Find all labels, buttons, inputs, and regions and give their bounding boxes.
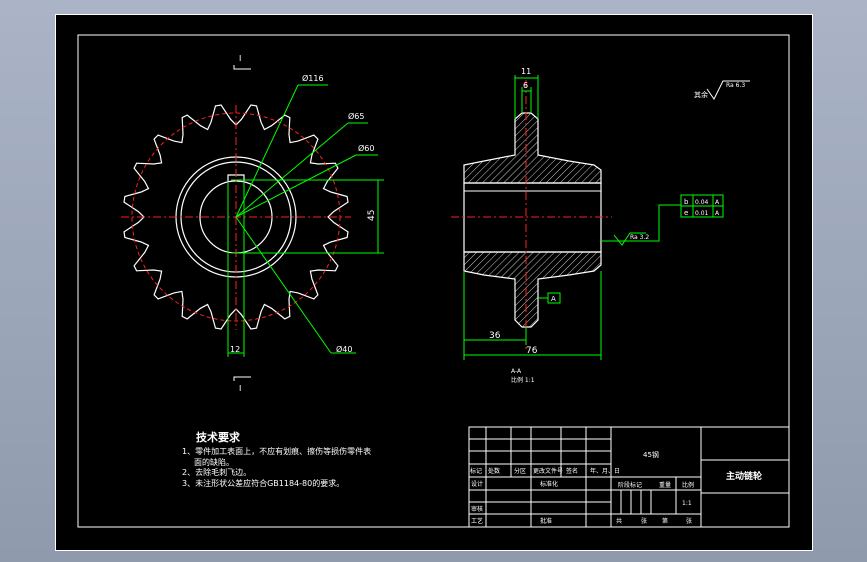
- tech-line-3: 3、未注形状公差应符合GB1184-80的要求。: [182, 478, 344, 488]
- section-label-bottom: I: [239, 384, 241, 393]
- tol-datum-1: A: [715, 199, 720, 206]
- tech-line-2: 2、去除毛刺飞边。: [182, 467, 251, 477]
- sheet-no-label: 第: [662, 517, 668, 525]
- scale-value: 1:1: [682, 500, 692, 507]
- section-marker-top: [233, 65, 251, 70]
- row-process: 工艺: [471, 517, 483, 525]
- part-name: 主动链轮: [726, 470, 762, 482]
- dim-76-text: 76: [526, 346, 538, 356]
- dim-6-text: 6: [523, 81, 528, 90]
- hdr-zone: 分区: [514, 467, 526, 475]
- row-std: 标准化: [540, 480, 558, 488]
- row-approve: 批准: [540, 517, 552, 525]
- dim-d65: Ø65: [348, 111, 364, 121]
- hdr-mark: 标记: [470, 467, 482, 475]
- section-scale: 比例 1:1: [511, 376, 535, 384]
- sheet-no-zhang: 张: [686, 517, 692, 525]
- roughness-value: Ra 6.3: [726, 82, 745, 89]
- dim-d116: Ø116: [302, 73, 324, 83]
- roughness-note: 其余 Ra 6.3: [694, 80, 750, 100]
- cad-drawing: I I Ø116 Ø65 Ø60 Ø40 45 12 11 6 36 76 A …: [77, 34, 790, 528]
- leader-d116: [235, 84, 299, 218]
- dim-11-text: 11: [521, 67, 531, 76]
- section-caption: A-A: [511, 368, 522, 375]
- scale-label: 比例: [682, 481, 694, 489]
- leader-d65: [235, 122, 349, 218]
- tol-datum-2: A: [715, 210, 720, 217]
- tech-title: 技术要求: [196, 430, 241, 444]
- section-upper: [463, 112, 602, 184]
- stage-mark: 阶段标记: [618, 481, 642, 489]
- row-review: 审核: [471, 505, 483, 513]
- tech-requirements: 技术要求 1、零件加工表面上，不应有划痕、擦伤等损伤零件表 面的缺陷。 2、去除…: [182, 430, 371, 488]
- section-view: 11 6 36 76 A Ra 3.2 b 0.04 A e 0.01 A A-…: [451, 67, 724, 384]
- leader-d40: [235, 216, 332, 354]
- section-marker-bottom: [233, 376, 251, 381]
- front-view: I I Ø116 Ø65 Ø60 Ø40 45 12: [121, 54, 384, 393]
- hdr-sign: 签名: [566, 467, 578, 475]
- section-label-top: I: [239, 54, 241, 63]
- tech-line-1: 1、零件加工表面上，不应有划痕、擦伤等损伤零件表: [182, 446, 371, 456]
- hdr-date: 年、月、日: [590, 467, 620, 475]
- hdr-count: 处数: [488, 467, 500, 475]
- title-block: 45钢 主动链轮 标记 处数 分区 更改文件号 签名 年、月、日 设计 标准化 …: [468, 426, 790, 528]
- drawing-sheet: I I Ø116 Ø65 Ø60 Ø40 45 12 11 6 36 76 A …: [55, 14, 813, 551]
- weight-label: 重量: [659, 481, 671, 489]
- roughness-prefix: 其余: [694, 90, 708, 99]
- dim-d40: Ø40: [336, 344, 352, 354]
- tol-val-2: 0.01: [695, 210, 709, 217]
- row-design: 设计: [471, 480, 483, 488]
- datum-label: A: [551, 295, 556, 303]
- dim-d60: Ø60: [358, 143, 374, 153]
- hdr-doc: 更改文件号: [533, 467, 563, 475]
- section-lower: [463, 251, 602, 328]
- tol-sym-2: e: [684, 209, 688, 217]
- sheets-zhang: 张: [641, 517, 647, 525]
- sheets-label: 共: [616, 517, 622, 525]
- tech-line-1b: 面的缺陷。: [194, 457, 234, 467]
- material: 45钢: [643, 450, 659, 459]
- dim-45-text: 45: [367, 210, 377, 221]
- roughness-callout: Ra 3.2: [630, 234, 649, 241]
- tol-val-1: 0.04: [695, 199, 709, 206]
- dim-36-text: 36: [489, 331, 501, 341]
- dim-12-text: 12: [230, 345, 240, 354]
- tol-sym-1: b: [684, 198, 689, 206]
